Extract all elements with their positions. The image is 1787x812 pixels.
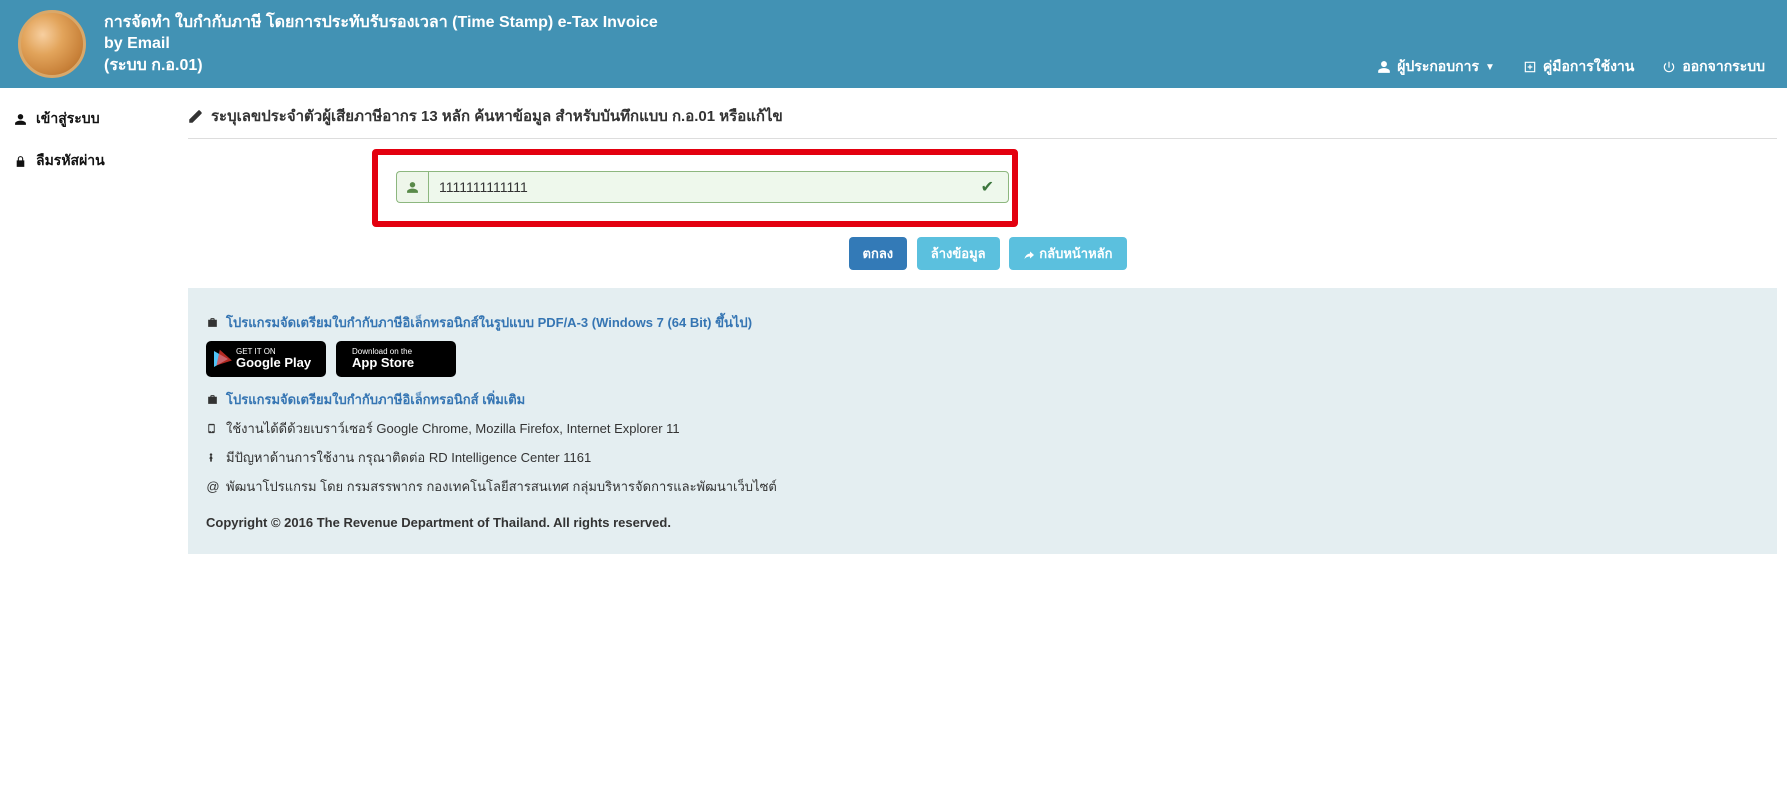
google-big-text: Google Play xyxy=(236,356,311,370)
download-more-program-link[interactable]: โปรแกรมจัดเตรียมใบกำกับภาษีอิเล็กทรอนิกส… xyxy=(226,389,525,410)
at-icon: @ xyxy=(206,479,220,494)
header-nav: ผู้ประกอบการ ▼ คู่มือการใช้งาน ออกจากระบ… xyxy=(1377,56,1765,78)
download-pdf-program-link[interactable]: โปรแกรมจัดเตรียมใบกำกับภาษีอิเล็กทรอนิกส… xyxy=(226,312,752,333)
input-addon-user-icon xyxy=(396,171,428,203)
nav-logout-label: ออกจากระบบ xyxy=(1682,56,1765,78)
nav-logout-link[interactable]: ออกจากระบบ xyxy=(1662,56,1765,78)
sidebar-item-login[interactable]: เข้าสู่ระบบ xyxy=(0,98,188,140)
power-icon xyxy=(1662,60,1676,74)
mobile-icon xyxy=(206,422,220,435)
tax-id-input-group: ✔ xyxy=(396,171,994,203)
tax-id-input[interactable] xyxy=(428,171,1009,203)
nav-manual-link[interactable]: คู่มือการใช้งาน xyxy=(1523,56,1634,78)
briefcase-icon xyxy=(206,393,220,406)
edit-icon xyxy=(188,109,203,124)
copyright-text: Copyright © 2016 The Revenue Department … xyxy=(206,515,1759,530)
apple-big-text: App Store xyxy=(352,356,414,370)
caret-down-icon: ▼ xyxy=(1485,62,1495,73)
sidebar-forgot-label: ลืมรหัสผ่าน xyxy=(36,150,105,172)
share-icon xyxy=(1023,249,1035,261)
store-badges: GET IT ON Google Play Download on the Ap… xyxy=(206,341,1759,377)
nav-manual-label: คู่มือการใช้งาน xyxy=(1543,56,1634,78)
app-header: การจัดทำ ใบกำกับภาษี โดยการประทับรับรองเ… xyxy=(0,0,1787,88)
app-title-line2: (ระบบ ก.อ.01) xyxy=(104,57,203,74)
sidebar: เข้าสู่ระบบ ลืมรหัสผ่าน xyxy=(0,88,188,812)
action-buttons: ตกลง ล้างข้อมูล กลับหน้าหลัก xyxy=(188,237,1787,270)
back-button-label: กลับหน้าหลัก xyxy=(1039,246,1112,261)
user-icon xyxy=(14,113,28,126)
clear-button[interactable]: ล้างข้อมูล xyxy=(917,237,1000,270)
nav-operator-dropdown[interactable]: ผู้ประกอบการ ▼ xyxy=(1377,56,1495,78)
back-button[interactable]: กลับหน้าหลัก xyxy=(1009,237,1126,270)
google-play-icon xyxy=(214,351,228,367)
google-play-badge[interactable]: GET IT ON Google Play xyxy=(206,341,326,377)
highlighted-input-region: ✔ xyxy=(372,149,1018,227)
main-content: ระบุเลขประจำตัวผู้เสียภาษีอากร 13 หลัก ค… xyxy=(188,88,1787,812)
person-icon xyxy=(206,451,220,464)
plus-square-icon xyxy=(1523,60,1537,74)
user-icon xyxy=(1377,60,1391,74)
developer-text: พัฒนาโปรแกรม โดย กรมสรรพากร กองเทคโนโลยี… xyxy=(226,476,777,497)
browser-support-text: ใช้งานได้ดีด้วยเบราว์เซอร์ Google Chrome… xyxy=(226,418,680,439)
lock-icon xyxy=(14,155,28,168)
nav-operator-label: ผู้ประกอบการ xyxy=(1397,56,1479,78)
briefcase-icon xyxy=(206,316,220,329)
panel-title-row: ระบุเลขประจำตัวผู้เสียภาษีอากร 13 หลัก ค… xyxy=(188,98,1777,139)
sidebar-item-forgot[interactable]: ลืมรหัสผ่าน xyxy=(0,140,188,182)
app-store-badge[interactable]: Download on the App Store xyxy=(336,341,456,377)
footer-panel: โปรแกรมจัดเตรียมใบกำกับภาษีอิเล็กทรอนิกส… xyxy=(188,288,1777,554)
submit-button[interactable]: ตกลง xyxy=(849,237,908,270)
panel-title-text: ระบุเลขประจำตัวผู้เสียภาษีอากร 13 หลัก ค… xyxy=(211,104,783,128)
app-title: การจัดทำ ใบกำกับภาษี โดยการประทับรับรองเ… xyxy=(104,12,664,77)
app-title-line1: การจัดทำ ใบกำกับภาษี โดยการประทับรับรองเ… xyxy=(104,14,658,53)
sidebar-login-label: เข้าสู่ระบบ xyxy=(36,108,100,130)
contact-text: มีปัญหาด้านการใช้งาน กรุณาติดต่อ RD Inte… xyxy=(226,447,591,468)
agency-logo xyxy=(18,10,86,78)
